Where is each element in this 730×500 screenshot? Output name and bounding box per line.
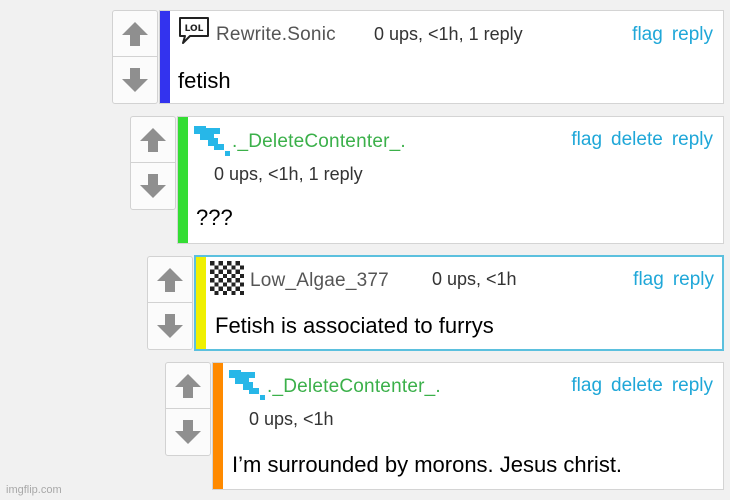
arrow-down-icon [140,174,166,198]
vote-box [112,10,158,104]
arrow-down-icon [157,314,183,338]
arrow-up-icon [157,267,183,292]
flag-link[interactable]: flag [571,129,602,151]
upvote-button[interactable] [113,11,157,57]
comment-text: fetish [178,68,231,93]
arrow-down-icon [175,420,201,444]
flag-link[interactable]: flag [633,269,664,291]
reply-link[interactable]: reply [672,375,713,397]
upvote-button[interactable] [148,257,192,303]
thread-bar [160,11,170,103]
comment-actions: flag reply [633,269,714,291]
svg-text:LOL: LOL [185,24,204,34]
downvote-button[interactable] [148,303,192,349]
vote-box [165,362,211,456]
comment-meta: 0 ups, <1h, 1 reply [214,164,363,184]
comment-text: I’m surrounded by morons. Jesus christ. [232,452,623,477]
thread-bar [213,363,223,489]
comment: ._DeleteContenter_. flag delete reply 0 … [212,362,724,490]
comment-meta: 0 ups, <1h [249,409,334,429]
username[interactable]: ._DeleteContenter_. [232,131,406,153]
reply-link[interactable]: reply [672,129,713,151]
comment-actions: flag delete reply [571,129,713,151]
comment: LOL Rewrite.Sonic 0 ups, <1h, 1 reply fl… [159,10,724,104]
username[interactable]: ._DeleteContenter_. [267,376,441,398]
downvote-button[interactable] [131,163,175,209]
comment-meta: 0 ups, <1h, 1 reply [374,24,523,44]
watermark: imgflip.com [6,484,62,496]
arrow-up-icon [122,21,148,46]
arrow-down-icon [122,68,148,92]
flag-link[interactable]: flag [632,24,663,46]
delete-link[interactable]: delete [611,375,663,397]
comment-text: Fetish is associated to furrys [215,313,494,338]
arrow-up-icon [140,127,166,152]
reply-link[interactable]: reply [672,24,713,46]
vote-box [130,116,176,210]
thread-bar [178,117,188,243]
flag-link[interactable]: flag [571,375,602,397]
comment-text: ??? [196,205,233,230]
arrow-up-icon [175,373,201,398]
blue-pixel-logo-icon [192,124,230,161]
lol-badge-icon: LOL [178,16,210,51]
comment-actions: flag reply [632,24,713,46]
reply-link[interactable]: reply [673,269,714,291]
blue-pixel-logo-icon [227,368,265,405]
vote-box [147,256,193,350]
checkered-avatar-icon [210,261,244,300]
comment: ._DeleteContenter_. flag delete reply 0 … [177,116,724,244]
downvote-button[interactable] [166,409,210,455]
upvote-button[interactable] [166,363,210,409]
thread-bar [196,257,206,349]
username[interactable]: Rewrite.Sonic [216,24,336,46]
upvote-button[interactable] [131,117,175,163]
downvote-button[interactable] [113,57,157,103]
username[interactable]: Low_Algae_377 [250,270,389,292]
comment-meta: 0 ups, <1h [432,269,517,289]
comment-highlighted: Low_Algae_377 0 ups, <1h flag reply Feti… [194,255,724,351]
delete-link[interactable]: delete [611,129,663,151]
comment-actions: flag delete reply [571,375,713,397]
